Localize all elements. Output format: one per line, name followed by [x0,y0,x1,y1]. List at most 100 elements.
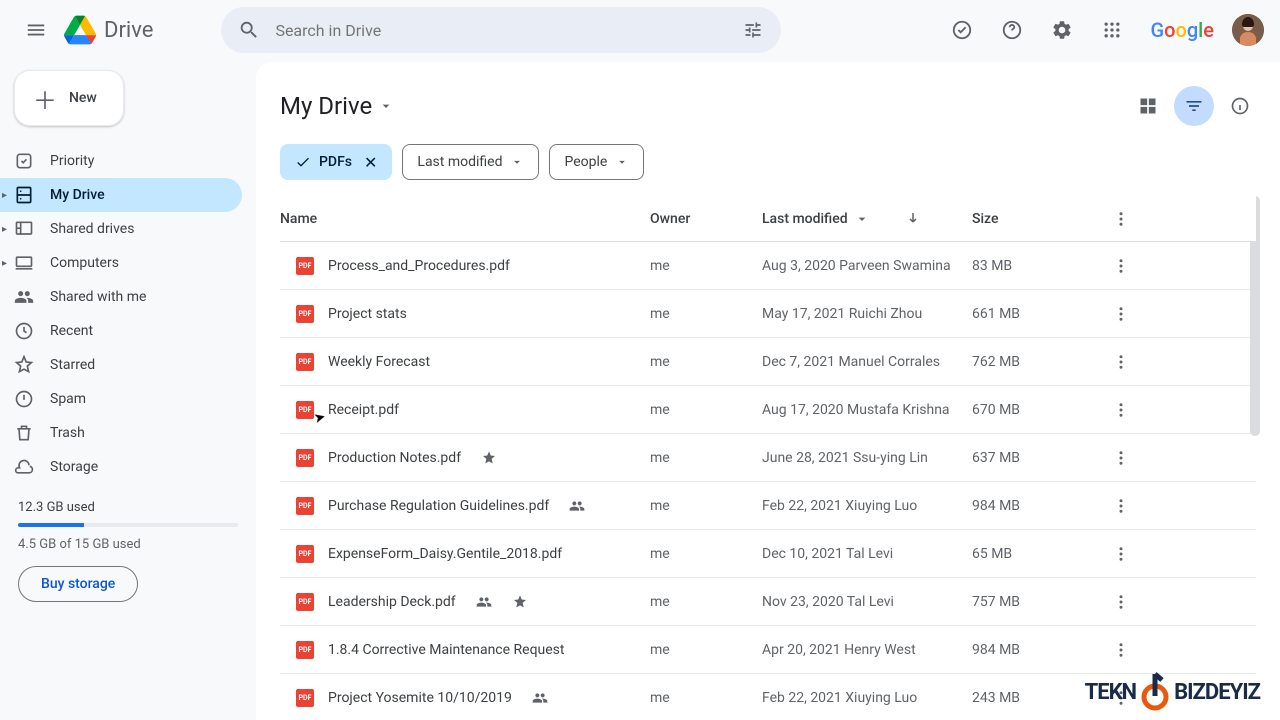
file-size: 984 MB [972,498,1112,514]
row-menu-button[interactable] [1112,449,1152,467]
buy-storage-button[interactable]: Buy storage [18,566,138,602]
col-menu[interactable] [1112,210,1152,228]
table-row[interactable]: PDFWeekly ForecastmeDec 7, 2021 Manuel C… [280,338,1256,386]
page-title[interactable]: My Drive [280,92,394,120]
storage-block: 12.3 GB used 4.5 GB of 15 GB used Buy st… [14,500,242,602]
file-name-cell: PDFProduction Notes.pdf [280,449,650,467]
dropdown-caret-icon [854,211,870,227]
storage-bar [18,523,238,527]
main-menu-button[interactable] [16,10,56,50]
sidebar-item-my-drive[interactable]: My Drive [0,178,242,212]
chip-last-modified[interactable]: Last modified [402,144,539,180]
col-size[interactable]: Size [972,211,1112,227]
file-modified: Feb 22, 2021 Xiuying Luo [762,498,972,514]
sort-down-icon [904,210,922,228]
search-bar[interactable] [221,7,781,53]
google-logo[interactable]: Google [1150,18,1214,42]
star-icon [512,594,528,610]
file-modified: Dec 10, 2021 Tal Levi [762,546,972,562]
search-options-button[interactable] [735,12,771,48]
ready-offline-icon[interactable] [942,10,982,50]
settings-icon[interactable] [1042,10,1082,50]
table-row[interactable]: PDFLeadership Deck.pdfmeNov 23, 2020 Tal… [280,578,1256,626]
file-owner: me [650,498,762,514]
storage-detail: 4.5 GB of 15 GB used [18,537,238,552]
sidebar-item-spam[interactable]: Spam [0,382,242,416]
table-row[interactable]: PDFPurchase Regulation Guidelines.pdfmeF… [280,482,1256,530]
file-owner: me [650,306,762,322]
file-size: 757 MB [972,594,1112,610]
check-icon [295,154,311,170]
col-name[interactable]: Name [280,211,650,227]
table-row[interactable]: PDFExpenseForm_Daisy.Gentile_2018.pdfmeD… [280,530,1256,578]
header-actions: Google [942,10,1264,50]
table-row[interactable]: PDFProcess_and_Procedures.pdfmeAug 3, 20… [280,242,1256,290]
file-size: 984 MB [972,642,1112,658]
details-button[interactable] [1220,86,1260,126]
file-name-cell: PDF1.8.4 Corrective Maintenance Request [280,641,650,659]
dropdown-caret-icon [378,98,394,114]
row-menu-button[interactable] [1112,641,1152,659]
file-modified: Apr 20, 2021 Henry West [762,642,972,658]
storage-headline: 12.3 GB used [18,500,238,515]
col-last-modified[interactable]: Last modified [762,210,972,228]
row-menu-button[interactable] [1112,257,1152,275]
sidebar-item-shared-with-me[interactable]: Shared with me [0,280,242,314]
dropdown-caret-icon [615,155,629,169]
shared-icon [569,498,585,514]
help-icon[interactable] [992,10,1032,50]
sidebar-item-shared-drives[interactable]: Shared drives [0,212,242,246]
row-menu-button[interactable] [1112,497,1152,515]
row-menu-button[interactable] [1112,545,1152,563]
sidebar-item-trash[interactable]: Trash [0,416,242,450]
new-button[interactable]: ＋ New [14,70,124,126]
file-name-cell: PDFProject Yosemite 10/10/2019 [280,689,650,707]
sidebar-item-computers[interactable]: Computers [0,246,242,280]
row-menu-button[interactable] [1112,593,1152,611]
search-icon[interactable] [231,12,267,48]
row-menu-button[interactable] [1112,353,1152,371]
chip-people[interactable]: People [549,144,644,180]
trash-icon [14,423,34,443]
chip-pdfs[interactable]: PDFs ✕ [280,144,392,180]
pdf-icon: PDF [296,353,314,371]
col-owner[interactable]: Owner [650,211,762,227]
file-modified: June 28, 2021 Ssu-ying Lin [762,450,972,466]
file-modified: Nov 23, 2020 Tal Levi [762,594,972,610]
more-vert-icon [1112,210,1130,228]
sidebar-item-priority[interactable]: Priority [0,144,242,178]
app-header: Drive Google [0,0,1280,60]
file-name: Production Notes.pdf [328,450,461,466]
grid-view-button[interactable] [1128,86,1168,126]
filter-chips: PDFs ✕ Last modified People [280,144,1260,180]
starred-icon [14,355,34,375]
watermark: TEKN BIZDEYIZ [1085,672,1260,712]
file-owner: me [650,642,762,658]
shared-with-me-icon [14,287,34,307]
recent-icon [14,321,34,341]
drive-logo[interactable]: Drive [64,14,153,46]
file-name: Project stats [328,306,407,322]
account-avatar[interactable] [1232,14,1264,46]
file-owner: me [650,594,762,610]
table-row[interactable]: PDF1.8.4 Corrective Maintenance Requestm… [280,626,1256,674]
sidebar-item-starred[interactable]: Starred [0,348,242,382]
table-row[interactable]: PDFProject statsmeMay 17, 2021 Ruichi Zh… [280,290,1256,338]
new-button-label: New [69,90,97,106]
chip-close-icon[interactable]: ✕ [364,153,377,172]
sidebar-item-storage[interactable]: Storage [0,450,242,484]
apps-icon[interactable] [1092,10,1132,50]
filter-button-active[interactable] [1174,86,1214,126]
drive-label: Drive [104,18,153,43]
row-menu-button[interactable] [1112,401,1152,419]
nav-list: Priority My Drive Shared drives Computer… [14,144,242,484]
row-menu-button[interactable] [1112,305,1152,323]
search-input[interactable] [267,21,735,40]
main-header: My Drive [280,86,1260,126]
file-name-cell: PDFExpenseForm_Daisy.Gentile_2018.pdf [280,545,650,563]
sidebar-item-recent[interactable]: Recent [0,314,242,348]
pdf-icon: PDF [296,689,314,707]
table-row[interactable]: PDFReceipt.pdfmeAug 17, 2020 Mustafa Kri… [280,386,1256,434]
shared-drives-icon [14,219,34,239]
table-row[interactable]: PDFProduction Notes.pdfmeJune 28, 2021 S… [280,434,1256,482]
